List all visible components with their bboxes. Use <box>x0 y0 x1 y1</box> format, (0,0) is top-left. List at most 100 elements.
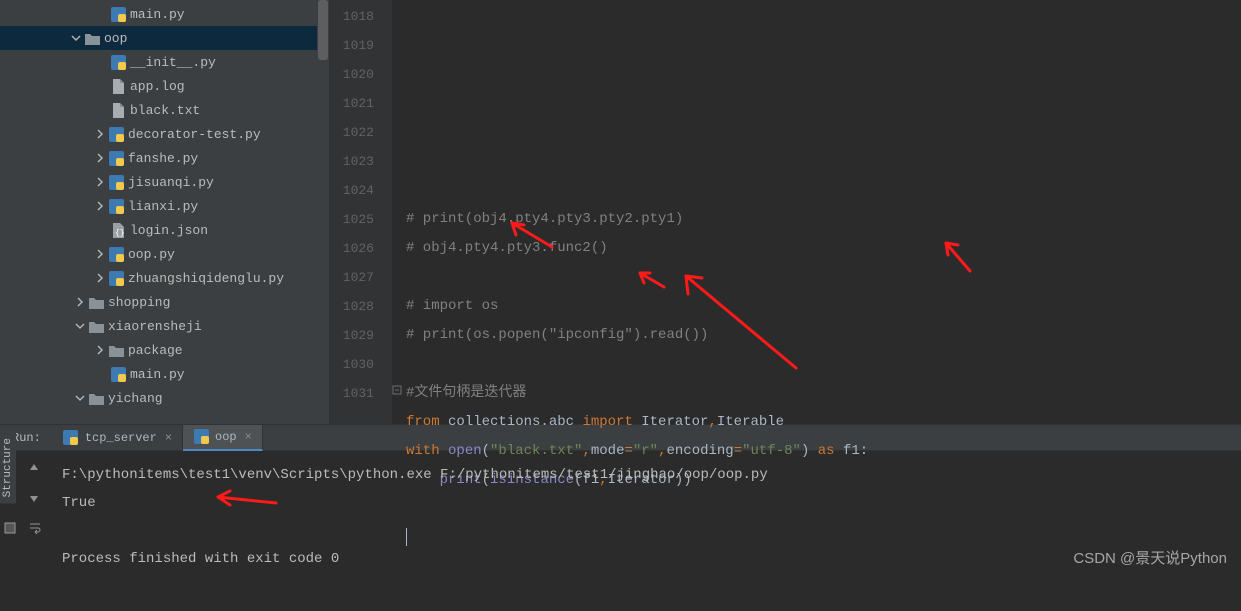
run-down-button[interactable] <box>28 491 44 507</box>
code-line[interactable]: from collections.abc import Iterator,Ite… <box>406 408 1241 437</box>
tree-item[interactable]: zhuangshiqidenglu.py <box>0 266 329 290</box>
console-line: True <box>62 489 1227 517</box>
tree-item-label: __init__.py <box>130 55 216 70</box>
chevron-right-icon[interactable] <box>92 273 108 283</box>
py-icon <box>193 429 209 445</box>
tree-item[interactable]: __init__.py <box>0 50 329 74</box>
file-icon <box>110 78 126 94</box>
editor[interactable]: 1018101910201021102210231024102510261027… <box>330 0 1241 424</box>
close-icon[interactable]: × <box>245 430 252 444</box>
fold-start-icon[interactable] <box>392 385 404 397</box>
dir-icon <box>84 30 100 46</box>
tree-item[interactable]: jisuanqi.py <box>0 170 329 194</box>
chevron-right-icon[interactable] <box>92 177 108 187</box>
tree-item[interactable]: main.py <box>0 2 329 26</box>
code-token: from <box>406 414 448 430</box>
chevron-right-icon[interactable] <box>92 201 108 211</box>
py-icon <box>108 246 124 262</box>
dir-icon <box>88 294 104 310</box>
tree-item[interactable]: main.py <box>0 362 329 386</box>
code-line[interactable]: # import os <box>406 292 1241 321</box>
tree-item[interactable]: package <box>0 338 329 362</box>
tree-item[interactable]: oop.py <box>0 242 329 266</box>
dir-icon <box>108 342 124 358</box>
tree-item-label: black.txt <box>130 103 200 118</box>
code-token: collections.abc <box>448 414 582 430</box>
line-number: 1020 <box>330 60 374 89</box>
console-line <box>62 517 1227 545</box>
tree-item-label: main.py <box>130 7 185 22</box>
chevron-down-icon[interactable] <box>72 321 88 331</box>
tree-item[interactable]: app.log <box>0 74 329 98</box>
main-split: main.py oop __init__.py app.log black.txt dec… <box>0 0 1241 424</box>
line-number: 1024 <box>330 176 374 205</box>
line-number: 1031 <box>330 379 374 408</box>
chevron-right-icon[interactable] <box>92 129 108 139</box>
code-line[interactable] <box>406 263 1241 292</box>
chevron-right-icon[interactable] <box>92 153 108 163</box>
run-body: F:\pythonitems\test1\venv\Scripts\python… <box>0 451 1241 583</box>
sidebar-scrollbar-thumb[interactable] <box>318 0 328 60</box>
py-icon <box>110 54 126 70</box>
py-icon <box>108 198 124 214</box>
tree-item[interactable]: oop <box>0 26 329 50</box>
console-line: Process finished with exit code 0 <box>62 545 1227 573</box>
tree-item[interactable]: lianxi.py <box>0 194 329 218</box>
line-number: 1023 <box>330 147 374 176</box>
code-line[interactable]: #文件句柄是迭代器 <box>406 379 1241 408</box>
tree-item-label: jisuanqi.py <box>128 175 214 190</box>
py-icon <box>110 366 126 382</box>
tree-item[interactable]: black.txt <box>0 98 329 122</box>
run-up-button[interactable] <box>28 461 44 477</box>
tree-item-label: lianxi.py <box>128 199 198 214</box>
tree-item-label: oop.py <box>128 247 175 262</box>
file-icon <box>110 102 126 118</box>
code-line[interactable]: # print(os.popen("ipconfig").read()) <box>406 321 1241 350</box>
tree-item[interactable]: fanshe.py <box>0 146 329 170</box>
chevron-down-icon[interactable] <box>72 393 88 403</box>
editor-code-area[interactable]: # print(obj4.pty4.pty3.pty2.pty1)# obj4.… <box>392 0 1241 424</box>
tree-item-label: fanshe.py <box>128 151 198 166</box>
tree-item[interactable]: {}login.json <box>0 218 329 242</box>
run-tab[interactable]: oop× <box>183 425 263 451</box>
chevron-right-icon[interactable] <box>72 297 88 307</box>
close-icon[interactable]: × <box>165 431 172 445</box>
tree-item-label: decorator-test.py <box>128 127 261 142</box>
chevron-right-icon[interactable] <box>92 249 108 259</box>
tree-item[interactable]: decorator-test.py <box>0 122 329 146</box>
py-icon <box>63 430 79 446</box>
chevron-right-icon[interactable] <box>92 345 108 355</box>
code-line[interactable]: # print(obj4.pty4.pty3.pty2.pty1) <box>406 205 1241 234</box>
run-softwrap-button[interactable] <box>28 521 44 537</box>
dir-icon <box>88 390 104 406</box>
run-console[interactable]: F:\pythonitems\test1\venv\Scripts\python… <box>48 451 1241 583</box>
tree-item[interactable]: yichang <box>0 386 329 410</box>
run-stop-button[interactable] <box>4 521 20 537</box>
code-line[interactable]: # obj4.pty4.pty3.func2() <box>406 234 1241 263</box>
line-number: 1022 <box>330 118 374 147</box>
py-icon <box>108 126 124 142</box>
chevron-down-icon[interactable] <box>68 33 84 43</box>
py-icon <box>108 150 124 166</box>
tree-item-label: package <box>128 343 183 358</box>
py-icon <box>108 174 124 190</box>
tree-item-label: zhuangshiqidenglu.py <box>128 271 284 286</box>
sidebar-scrollbar[interactable] <box>317 0 329 424</box>
code-token: import <box>582 414 641 430</box>
tree-item[interactable]: xiaorensheji <box>0 314 329 338</box>
line-number: 1018 <box>330 2 374 31</box>
line-number: 1030 <box>330 350 374 379</box>
project-tree[interactable]: main.py oop __init__.py app.log black.txt dec… <box>0 0 329 410</box>
run-tab[interactable]: tcp_server× <box>53 425 183 451</box>
tree-item-label: shopping <box>108 295 170 310</box>
code-line[interactable] <box>406 350 1241 379</box>
tree-item-label: yichang <box>108 391 163 406</box>
tree-item[interactable]: shopping <box>0 290 329 314</box>
line-number: 1025 <box>330 205 374 234</box>
structure-tool-window-tab[interactable]: Structure <box>0 432 16 503</box>
line-number: 1021 <box>330 89 374 118</box>
py-icon <box>108 270 124 286</box>
project-tree-sidebar: main.py oop __init__.py app.log black.txt dec… <box>0 0 330 424</box>
code-line[interactable] <box>406 582 1241 611</box>
line-number: 1019 <box>330 31 374 60</box>
